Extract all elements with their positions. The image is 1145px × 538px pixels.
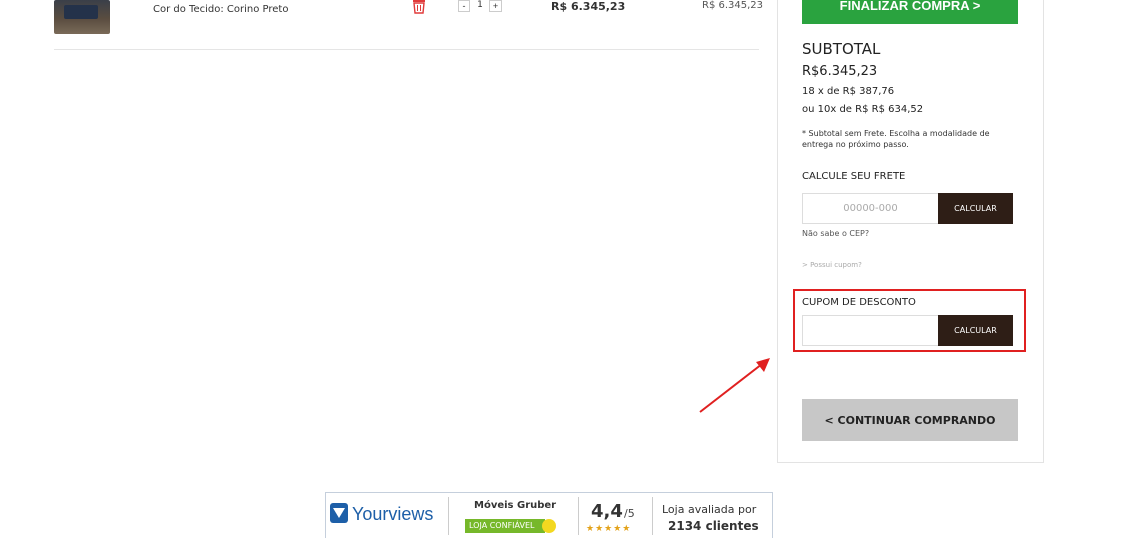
trash-icon[interactable] (412, 0, 426, 14)
coupon-toggle-link[interactable]: > Possui cupom? (802, 261, 862, 269)
yourviews-logo-icon (330, 503, 348, 523)
shipping-title: CALCULE SEU FRETE (802, 171, 906, 182)
unit-price: R$ 6.345,23 (551, 0, 626, 13)
subtotal-note: * Subtotal sem Frete. Escolha a modalida… (802, 129, 990, 149)
finalize-purchase-button[interactable]: FINALIZAR COMPRA > (802, 0, 1018, 24)
apply-coupon-button[interactable]: CALCULAR (938, 315, 1013, 346)
badge-divider (448, 497, 449, 535)
subtotal-value: R$6.345,23 (802, 64, 878, 79)
product-thumbnail[interactable] (54, 0, 110, 34)
rating-score: 4,4 (591, 501, 623, 522)
installments-option-2: ou 10x de R$ R$ 634,52 (802, 104, 924, 115)
rating-max: /5 (624, 507, 635, 520)
subtotal-title: SUBTOTAL (802, 40, 881, 58)
seal-icon (542, 519, 556, 533)
yourviews-brand: Yourviews (352, 504, 434, 524)
badge-divider (578, 497, 579, 535)
row-divider (54, 49, 759, 50)
cep-input[interactable] (802, 193, 939, 224)
quantity-increase-button[interactable]: + (489, 0, 502, 12)
coupon-input[interactable] (802, 315, 939, 346)
calculate-shipping-button[interactable]: CALCULAR (938, 193, 1013, 224)
installments-option-1: 18 x de R$ 387,76 (802, 86, 895, 97)
rated-by-count: 2134 clientes (668, 519, 759, 533)
cep-help-link[interactable]: Não sabe o CEP? (802, 229, 869, 238)
line-total: R$ 6.345,23 (702, 0, 764, 11)
quantity-value: 1 (472, 0, 488, 12)
trusted-store-label: LOJA CONFIÁVEL (465, 519, 545, 533)
quantity-decrease-button[interactable]: - (458, 0, 470, 12)
continue-shopping-button[interactable]: < CONTINUAR COMPRANDO (802, 399, 1018, 441)
badge-divider (652, 497, 653, 535)
store-name: Móveis Gruber (474, 500, 557, 511)
rated-by-label: Loja avaliada por (662, 503, 757, 516)
yourviews-badge[interactable]: Yourviews Móveis Gruber LOJA CONFIÁVEL 4… (325, 492, 773, 538)
star-rating-icon: ★★★★★ (586, 524, 632, 534)
red-arrow-annotation (690, 350, 780, 420)
coupon-title: CUPOM DE DESCONTO (802, 297, 916, 308)
cart-page: Cor do Tecido: Corino Preto - 1 + R$ 6.3… (0, 0, 1145, 538)
product-variant: Cor do Tecido: Corino Preto (153, 4, 289, 15)
